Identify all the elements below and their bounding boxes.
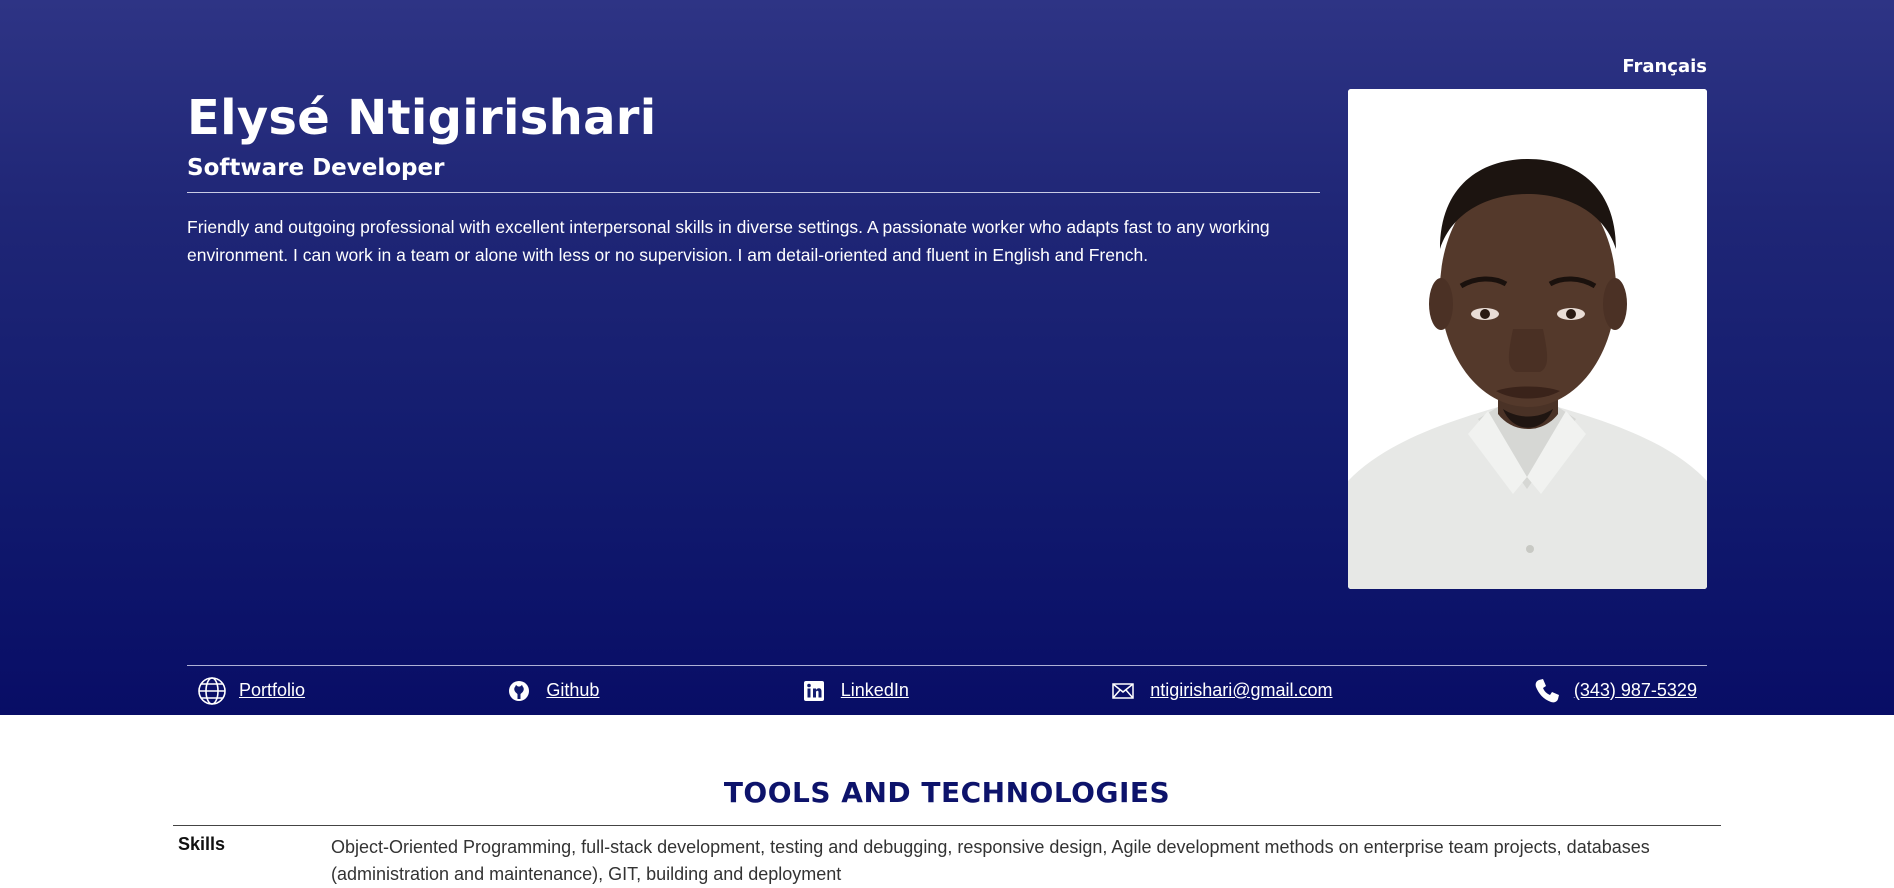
skills-row-value: Object-Oriented Programming, full-stack … <box>331 837 1650 884</box>
email-link[interactable]: ntigirishari@gmail.com <box>1108 676 1333 706</box>
hero-banner: Français Elysé Ntigirishari Software Dev… <box>0 0 1894 715</box>
person-name: Elysé Ntigirishari <box>187 90 657 146</box>
contact-bar: Portfolio Github LinkedIn ntigirishari@g… <box>187 666 1707 715</box>
profile-summary: Friendly and outgoing professional with … <box>187 217 1270 265</box>
linkedin-link-label: LinkedIn <box>840 680 909 700</box>
job-title: Software Developer <box>187 155 445 181</box>
github-icon <box>504 676 534 706</box>
email-link-label: ntigirishari@gmail.com <box>1150 680 1333 700</box>
globe-icon <box>197 676 227 706</box>
tools-table-divider <box>173 825 1721 826</box>
portfolio-link[interactable]: Portfolio <box>197 676 305 706</box>
envelope-icon <box>1108 676 1138 706</box>
github-link[interactable]: Github <box>504 676 599 706</box>
skills-row-label: Skills <box>178 834 226 854</box>
phone-link-label: (343) 987-5329 <box>1573 680 1697 700</box>
linkedin-icon <box>799 676 829 706</box>
linkedin-link[interactable]: LinkedIn <box>799 676 909 706</box>
portfolio-link-label: Portfolio <box>239 680 306 700</box>
github-link-label: Github <box>546 680 600 700</box>
phone-icon <box>1532 676 1562 706</box>
header-divider <box>187 192 1320 193</box>
phone-link[interactable]: (343) 987-5329 <box>1532 676 1697 706</box>
portrait-image <box>1348 89 1707 589</box>
tools-section-title: TOOLS AND TECHNOLOGIES <box>723 776 1171 809</box>
profile-photo <box>1348 89 1707 589</box>
language-toggle-link[interactable]: Français <box>1622 56 1707 77</box>
